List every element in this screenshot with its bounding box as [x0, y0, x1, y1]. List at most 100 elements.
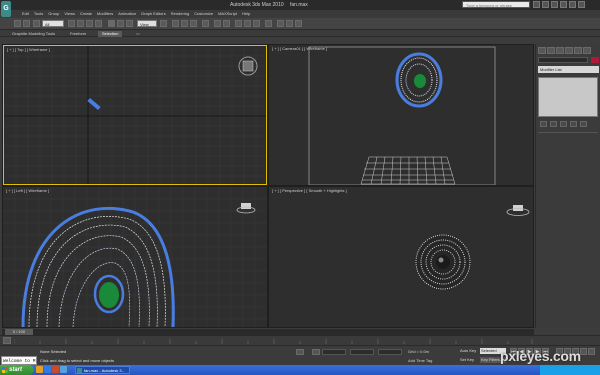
reference-coord-dropdown[interactable]: View	[137, 20, 157, 27]
camera-scene	[308, 46, 496, 185]
show-end-result-icon[interactable]	[550, 121, 557, 127]
app-menu-button[interactable]: G	[1, 1, 11, 17]
menu-item-create[interactable]: Create	[80, 10, 92, 18]
track-bar[interactable]	[0, 335, 600, 345]
render-icon[interactable]	[295, 20, 302, 27]
menu-item-graph-editors[interactable]: Graph Editors	[141, 10, 166, 18]
snap-toggle-icon[interactable]	[172, 20, 179, 27]
fan-side-view[interactable]	[21, 206, 175, 327]
pin-stack-icon[interactable]	[540, 121, 547, 127]
media-icon[interactable]	[52, 366, 59, 373]
schematic-view-icon[interactable]	[253, 20, 260, 27]
browser-icon[interactable]	[44, 366, 51, 373]
select-scale-icon[interactable]	[126, 20, 133, 27]
absolute-mode-icon[interactable]	[312, 349, 320, 355]
modifier-stack[interactable]	[538, 77, 598, 117]
viewport-left[interactable]: [ + ] [ Left ] [ Wireframe ]	[3, 187, 267, 327]
render-setup-icon[interactable]	[277, 20, 284, 27]
menu-item-group[interactable]: Group	[48, 10, 59, 18]
modify-tab-icon[interactable]	[547, 47, 555, 54]
undo-icon[interactable]	[14, 20, 21, 27]
viewport-label-perspective[interactable]: [ + ] [ Perspective ] [ Smooth + Highlig…	[272, 188, 347, 193]
menu-item-tools[interactable]: Tools	[34, 10, 43, 18]
track-bar-menu-icon[interactable]	[3, 337, 11, 344]
object-color-swatch[interactable]	[591, 57, 599, 63]
binoculars-icon[interactable]	[533, 1, 540, 8]
maxscript-listener[interactable]: Welcome to M	[1, 356, 37, 365]
orbit-icon[interactable]	[580, 348, 587, 355]
menu-item-help[interactable]: Help	[242, 10, 250, 18]
tab-selection[interactable]: Selection	[98, 31, 123, 37]
show-desktop-icon[interactable]	[60, 366, 67, 373]
curve-editor-icon[interactable]	[244, 20, 251, 27]
percent-snap-icon[interactable]	[190, 20, 197, 27]
pivot-center-icon[interactable]	[160, 20, 167, 27]
select-object-icon[interactable]	[68, 20, 75, 27]
align-icon[interactable]	[223, 20, 230, 27]
viewport-perspective[interactable]: [ + ] [ Perspective ] [ Smooth + Highlig…	[269, 187, 533, 327]
object-name-field[interactable]	[538, 57, 588, 63]
render-frame-icon[interactable]	[286, 20, 293, 27]
rectangle-select-icon[interactable]	[86, 20, 93, 27]
viewport-camera[interactable]: [ + ] [ Camera01 ] [ Wireframe ]	[269, 45, 533, 185]
configure-sets-icon[interactable]	[580, 121, 587, 127]
taskbar-item-3dsmax[interactable]: fan.max - Autodesk 3...	[75, 366, 130, 374]
viewcube-icon[interactable]	[236, 203, 256, 214]
maximize-icon[interactable]	[569, 1, 576, 8]
search-input[interactable]: Type a keyword or phrase	[462, 1, 530, 8]
maximize-viewport-icon[interactable]	[588, 348, 595, 355]
remove-modifier-icon[interactable]	[570, 121, 577, 127]
viewport-label-left[interactable]: [ + ] [ Left ] [ Wireframe ]	[6, 188, 49, 193]
material-editor-icon[interactable]	[265, 20, 272, 27]
select-by-name-icon[interactable]	[77, 20, 84, 27]
menu-item-rendering[interactable]: Rendering	[171, 10, 189, 18]
menu-item-maxscript[interactable]: MAXScript	[218, 10, 237, 18]
y-coordinate-field[interactable]	[350, 349, 374, 355]
set-key-button[interactable]: Set Key	[460, 357, 474, 362]
modifier-list-dropdown[interactable]: Modifier List	[538, 66, 599, 73]
named-selection-icon[interactable]	[202, 20, 209, 27]
auto-key-button[interactable]: Auto Key	[460, 348, 476, 353]
star-icon[interactable]	[542, 1, 549, 8]
make-unique-icon[interactable]	[560, 121, 567, 127]
close-icon[interactable]	[578, 1, 585, 8]
system-tray[interactable]	[540, 365, 600, 375]
motion-tab-icon[interactable]	[565, 47, 573, 54]
menu-item-views[interactable]: Views	[64, 10, 75, 18]
minimize-icon[interactable]	[560, 1, 567, 8]
create-tab-icon[interactable]	[538, 47, 546, 54]
fan-camera-view[interactable]	[395, 52, 443, 108]
select-rotate-icon[interactable]	[117, 20, 124, 27]
viewport-label-top[interactable]: [ + ] [ Top ] [ Wireframe ]	[7, 47, 50, 52]
menu-item-animation[interactable]: Animation	[118, 10, 136, 18]
window-crossing-icon[interactable]	[95, 20, 102, 27]
fan-perspective-view[interactable]	[415, 234, 471, 290]
layer-manager-icon[interactable]	[235, 20, 242, 27]
menu-item-customize[interactable]: Customize	[194, 10, 213, 18]
fan-top-view[interactable]	[87, 97, 101, 111]
x-coordinate-field[interactable]	[322, 349, 346, 355]
add-time-tag[interactable]: Add Time Tag	[408, 358, 432, 363]
display-tab-icon[interactable]	[574, 47, 582, 54]
angle-snap-icon[interactable]	[181, 20, 188, 27]
redo-icon[interactable]	[23, 20, 30, 27]
folder-icon[interactable]	[36, 366, 43, 373]
menu-item-modifiers[interactable]: Modifiers	[97, 10, 113, 18]
hierarchy-tab-icon[interactable]	[556, 47, 564, 54]
z-coordinate-field[interactable]	[378, 349, 402, 355]
viewcube-icon[interactable]	[506, 205, 530, 216]
mirror-icon[interactable]	[214, 20, 221, 27]
utilities-tab-icon[interactable]	[583, 47, 591, 54]
ribbon-toggle-icon[interactable]: ▭	[132, 31, 144, 37]
lock-selection-icon[interactable]	[296, 349, 304, 355]
help-icon[interactable]	[551, 1, 558, 8]
menu-item-edit[interactable]: Edit	[22, 10, 29, 18]
start-button[interactable]: start	[0, 365, 34, 375]
link-icon[interactable]	[33, 20, 40, 27]
viewport-top[interactable]: [ + ] [ Top ] [ Wireframe ]	[3, 45, 267, 185]
tab-freeform[interactable]: Freeform	[66, 31, 90, 37]
selection-filter-dropdown[interactable]: All	[42, 20, 64, 27]
select-move-icon[interactable]	[108, 20, 115, 27]
viewport-label-camera[interactable]: [ + ] [ Camera01 ] [ Wireframe ]	[272, 46, 327, 51]
tab-graphite-modeling-tools[interactable]: Graphite Modeling Tools	[8, 31, 59, 37]
